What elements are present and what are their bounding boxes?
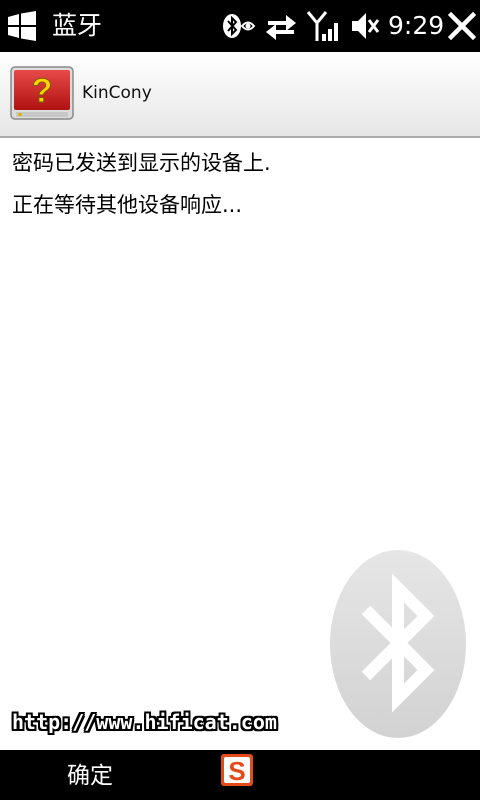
clock: 9:29 (388, 11, 445, 40)
sogou-glyph: S (228, 756, 245, 786)
waiting-message: 正在等待其他设备响应... (12, 193, 243, 217)
unknown-device-icon: ? (10, 66, 74, 120)
sogou-input-icon[interactable]: S (221, 754, 253, 786)
bluetooth-pairing-screen: 蓝牙 9:29 ? KinCony 密码已发送到显示的设备上. 正在等待其他设备… (0, 0, 480, 800)
passkey-sent-message: 密码已发送到显示的设备上. (12, 151, 271, 175)
site-watermark: http://www.hificat.com (12, 710, 277, 734)
bluetooth-watermark-icon (330, 550, 466, 738)
content-area: 密码已发送到显示的设备上. 正在等待其他设备响应... http://www.h… (0, 138, 480, 750)
device-icon-glyph: ? (32, 72, 53, 110)
windows-start-icon[interactable] (6, 11, 38, 41)
data-connection-icon (266, 15, 296, 40)
device-name: KinCony (82, 83, 152, 103)
app-title[interactable]: 蓝牙 (52, 9, 102, 43)
bluetooth-visible-icon (223, 14, 256, 38)
volume-muted-icon (352, 13, 380, 39)
ok-softkey-button[interactable]: 确定 (40, 756, 140, 796)
device-header: ? KinCony (0, 52, 480, 138)
status-bar: 蓝牙 9:29 (0, 0, 480, 52)
signal-strength-icon (306, 11, 338, 41)
softkey-bar: 确定 S (0, 750, 480, 800)
close-icon[interactable] (448, 12, 476, 40)
